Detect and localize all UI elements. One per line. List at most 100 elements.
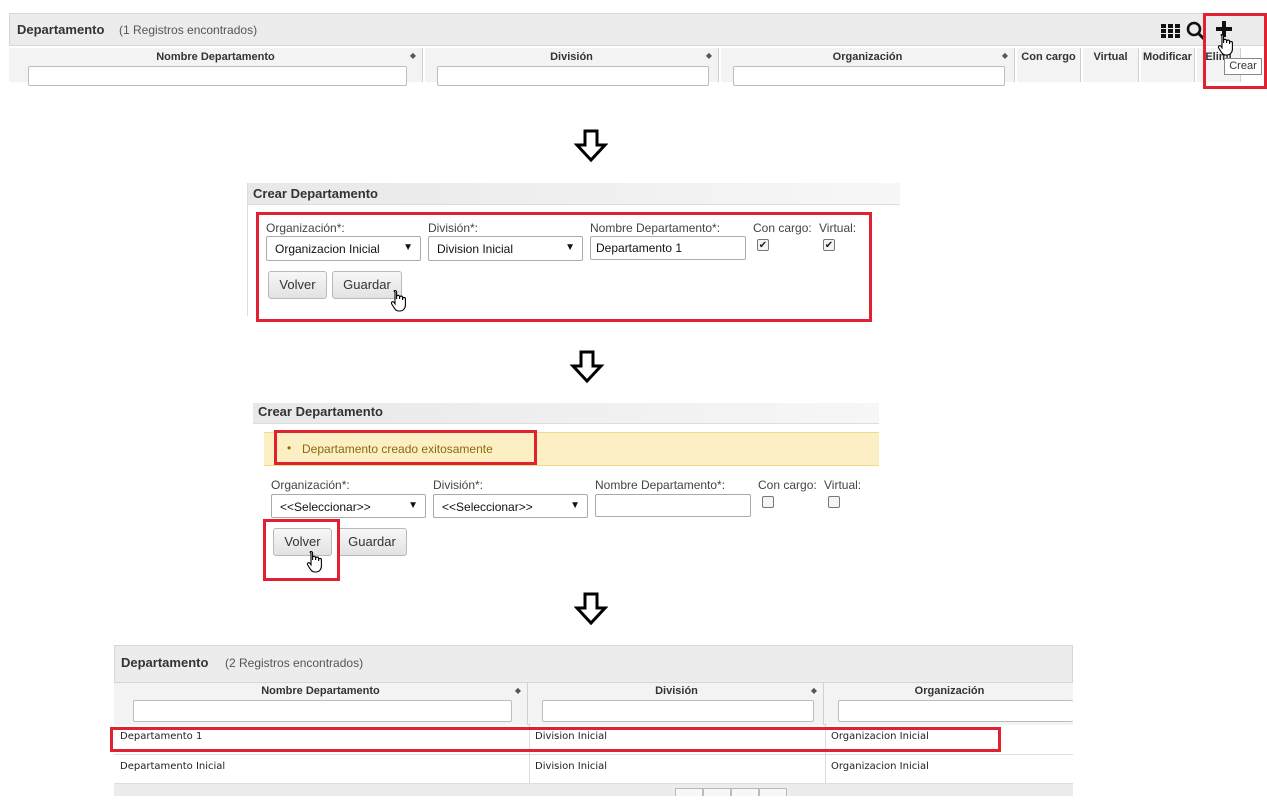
highlight-back-button: [263, 519, 340, 581]
list2-title: Departamento: [121, 655, 209, 670]
filter-input[interactable]: [733, 66, 1005, 86]
pager-button[interactable]: [675, 788, 703, 796]
div-select[interactable]: Division Inicial ▼: [428, 236, 583, 261]
name-input[interactable]: Departamento 1: [590, 236, 746, 260]
filter-input[interactable]: [28, 66, 407, 86]
column-label: División: [655, 685, 698, 697]
hand-cursor-icon: [306, 550, 324, 574]
form1-left-border: [247, 183, 248, 316]
column-header-virtual[interactable]: Virtual: [1083, 48, 1139, 82]
sort-icon[interactable]: ◆: [515, 686, 521, 695]
filter-input[interactable]: [838, 700, 1073, 722]
back-button-label: Volver: [279, 277, 316, 292]
virtual-checkbox[interactable]: ✔: [823, 239, 835, 251]
dropdown-caret-icon: ▼: [403, 242, 413, 253]
sort-icon[interactable]: ◆: [410, 51, 416, 60]
name-input-value: Departamento 1: [596, 241, 683, 255]
list2-count: (2 Registros encontrados): [225, 656, 364, 670]
list1-count: (1 Registros encontrados): [119, 23, 258, 37]
name-label: Nombre Departamento*:: [595, 478, 726, 492]
filter-input[interactable]: [133, 700, 512, 722]
list2-header: Departamento (2 Registros encontrados): [114, 645, 1073, 683]
cell-organizacion: Organizacion Inicial: [831, 761, 929, 772]
virtual-checkbox[interactable]: [828, 496, 840, 508]
form1-title-bar: Crear Departamento: [247, 183, 900, 205]
dropdown-caret-icon: ▼: [570, 500, 580, 511]
crear-tooltip: Crear: [1224, 58, 1262, 75]
div-label: División*:: [433, 478, 484, 492]
cargo-label: Con cargo:: [753, 221, 812, 235]
pager-button[interactable]: [703, 788, 731, 796]
cargo-checkbox[interactable]: [762, 496, 774, 508]
div-select-value: Division Inicial: [437, 242, 514, 256]
name-input[interactable]: [595, 494, 751, 517]
org-select-value: <<Seleccionar>>: [280, 500, 371, 514]
column-header-nombre[interactable]: Nombre Departamento ◆: [114, 683, 528, 725]
bullet-icon: •: [287, 441, 292, 455]
org-select[interactable]: <<Seleccionar>> ▼: [271, 494, 426, 518]
div-select[interactable]: <<Seleccionar>> ▼: [433, 494, 588, 518]
column-header-organizacion[interactable]: Organización ◆: [721, 48, 1015, 86]
column-label: Nombre Departamento: [156, 51, 275, 63]
filter-input[interactable]: [437, 66, 709, 86]
list2-columns: Nombre Departamento ◆ División ◆ Organizac…: [114, 683, 1073, 725]
div-label: División*:: [428, 221, 479, 235]
grid-icon[interactable]: [1160, 22, 1180, 40]
org-label: Organización*:: [271, 478, 350, 492]
sort-icon[interactable]: ◆: [811, 686, 817, 695]
cargo-checkbox[interactable]: ✔: [757, 239, 769, 251]
column-divider: [529, 755, 530, 784]
table-row[interactable]: Departamento Inicial Division Inicial Or…: [114, 755, 1073, 784]
highlight-create-button: [1203, 13, 1267, 89]
list1-header: Departamento (1 Registros encontrados): [9, 13, 1267, 46]
sort-icon[interactable]: ◆: [1002, 51, 1008, 60]
dropdown-caret-icon: ▼: [565, 242, 575, 253]
virtual-label: Virtual:: [824, 478, 862, 492]
column-header-con-cargo[interactable]: Con cargo: [1017, 48, 1081, 82]
dropdown-caret-icon: ▼: [408, 500, 418, 511]
virtual-label: Virtual:: [819, 221, 857, 235]
down-arrow-icon: [570, 350, 604, 384]
div-select-value: <<Seleccionar>>: [442, 500, 533, 514]
down-arrow-icon: [574, 592, 608, 626]
table-footer: [114, 784, 1073, 796]
hand-cursor-icon: [1217, 33, 1235, 57]
pager-button[interactable]: [731, 788, 759, 796]
save-button-label: Guardar: [343, 277, 391, 292]
tooltip-text: Crear: [1229, 60, 1257, 72]
cell-nombre: Departamento Inicial: [120, 761, 226, 772]
column-label: Organización: [832, 51, 903, 63]
org-select-value: Organizacion Inicial: [275, 242, 380, 256]
pager-button[interactable]: [759, 788, 787, 796]
save-button[interactable]: Guardar: [337, 528, 407, 556]
column-label: Nombre Departamento: [261, 685, 380, 697]
cell-division: Division Inicial: [535, 761, 608, 772]
form2-title-bar: Crear Departamento: [253, 403, 879, 424]
list1-columns: Nombre Departamento ◆ División ◆ Organizac…: [9, 48, 1267, 86]
column-header-organizacion[interactable]: Organización: [826, 683, 1073, 725]
column-header-division[interactable]: División ◆: [530, 683, 824, 725]
column-label: Modificar: [1143, 51, 1192, 63]
column-label: Con cargo: [1021, 51, 1076, 63]
column-label: Organización: [914, 685, 985, 697]
org-select[interactable]: Organizacion Inicial ▼: [266, 236, 421, 261]
save-button-label: Guardar: [348, 534, 396, 549]
form1-title: Crear Departamento: [253, 186, 378, 201]
highlight-new-row: [110, 727, 1001, 752]
sort-icon[interactable]: ◆: [706, 51, 712, 60]
column-header-modificar[interactable]: Modificar: [1141, 48, 1195, 82]
column-header-division[interactable]: División ◆: [425, 48, 719, 86]
back-button[interactable]: Volver: [268, 271, 327, 299]
column-label: Virtual: [1093, 51, 1128, 63]
down-arrow-icon: [574, 129, 608, 163]
name-label: Nombre Departamento*:: [590, 221, 721, 235]
column-label: División: [550, 51, 593, 63]
filter-input[interactable]: [542, 700, 814, 722]
form2-title: Crear Departamento: [258, 404, 383, 419]
success-message: Departamento creado exitosamente: [302, 442, 493, 456]
list1-title: Departamento: [17, 22, 105, 37]
hand-cursor-icon: [390, 289, 408, 313]
cargo-label: Con cargo:: [758, 478, 817, 492]
org-label: Organización*:: [266, 221, 345, 235]
column-header-nombre[interactable]: Nombre Departamento ◆: [9, 48, 423, 86]
